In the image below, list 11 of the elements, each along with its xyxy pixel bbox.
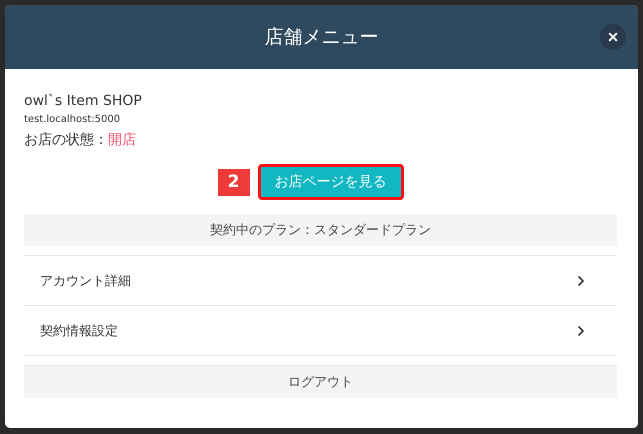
- logout-button[interactable]: ログアウト: [24, 365, 617, 398]
- menu-item[interactable]: アカウント詳細: [24, 255, 617, 305]
- dialog-title: 店舗メニュー: [264, 25, 378, 50]
- menu-item[interactable]: 契約情報設定: [24, 305, 617, 355]
- shop-url: test.localhost:5000: [24, 114, 122, 125]
- status-label: お店の状態：: [24, 131, 108, 149]
- plan-bar: 契約中のプラン：スタンダードプラン: [24, 214, 617, 246]
- close-button[interactable]: ×: [600, 24, 626, 50]
- status-value: 開店: [108, 131, 136, 149]
- shop-name: owl`s Item SHOP: [24, 93, 143, 109]
- step-badge: 2: [218, 168, 250, 196]
